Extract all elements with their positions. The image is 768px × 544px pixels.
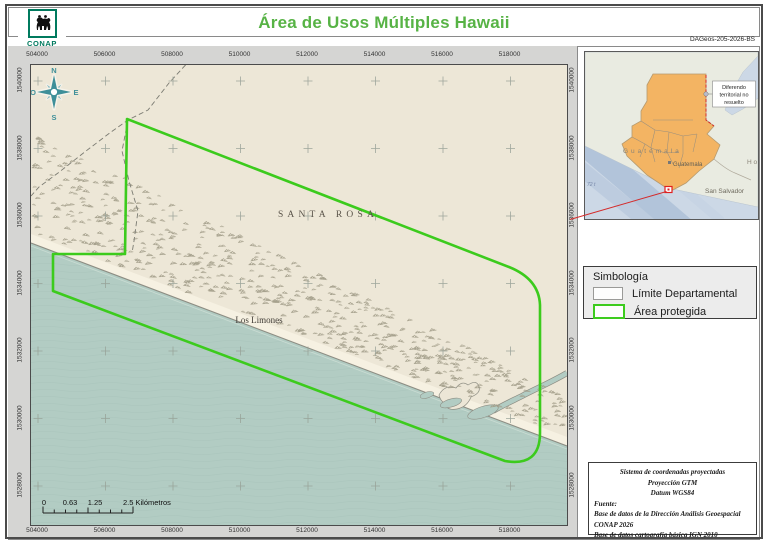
inset-map: Diferendo territorial no resuelto Guatem… (584, 51, 759, 220)
legend-item-departmental: Límite Departamental (593, 287, 756, 300)
axis-label: 1528000 (569, 472, 576, 497)
axis-label: 1532000 (17, 337, 24, 362)
scale-063: 0.63 (63, 498, 78, 507)
compass-s: S (51, 113, 56, 122)
scale-0: 0 (42, 498, 46, 507)
axis-label: 1540000 (569, 67, 576, 92)
axis-label: 508000 (161, 51, 183, 58)
axis-label: 514000 (364, 527, 386, 534)
conap-logo-text: CONAP (18, 39, 66, 48)
department-label: SANTA ROSA (278, 210, 378, 220)
credits-source-label: Fuente: (594, 499, 751, 510)
note-line-1: Diferendo (722, 85, 746, 91)
header: Área de Usos Múltiples Hawaii (8, 7, 760, 37)
main-map: SANTA ROSA Los Limones N E S O 0 (31, 65, 567, 525)
axis-label: 506000 (94, 51, 116, 58)
note-line-2: territorial no (719, 93, 748, 99)
axis-label: 518000 (499, 51, 521, 58)
compass-o: O (31, 88, 36, 97)
credits-line: Base de datos de la Dirección Análisis G… (594, 509, 751, 520)
axis-label: 1540000 (17, 67, 24, 92)
conap-logo: CONAP (18, 9, 66, 46)
legend: Simbología Límite Departamental Área pro… (583, 266, 757, 319)
map-sheet: Área de Usos Múltiples Hawaii DAGeos-205… (0, 0, 768, 544)
axis-label: 1536000 (569, 202, 576, 227)
credits-box: Sistema de coordenadas proyectadas Proye… (588, 462, 757, 535)
axis-label: 1528000 (17, 472, 24, 497)
axis-label: 518000 (499, 527, 521, 534)
credits-line: Sistema de coordenadas proyectadas (594, 467, 751, 478)
locator-box-dot (668, 189, 670, 191)
capital-label: Guatemala (673, 162, 703, 168)
axis-label: 514000 (364, 51, 386, 58)
credits-line: CONAP 2026 (594, 520, 751, 531)
honduras-label-fragment: H o (747, 159, 758, 166)
country-label: Guatemala (623, 148, 682, 155)
axis-label: 512000 (296, 527, 318, 534)
axis-label: 510000 (229, 527, 251, 534)
axis-label: 1532000 (569, 337, 576, 362)
axis-label: 506000 (94, 527, 116, 534)
jaguar-icon (33, 14, 52, 33)
axis-label: 1530000 (17, 405, 24, 430)
capital-marker (668, 161, 671, 164)
scale-125: 1.25 (88, 498, 103, 507)
conap-logo-emblem (28, 9, 57, 38)
legend-label: Área protegida (634, 306, 706, 318)
axis-label: 1536000 (17, 202, 24, 227)
axis-label: 510000 (229, 51, 251, 58)
scale-end: 2.5 Kilómetros (123, 498, 171, 507)
axis-label: 516000 (431, 527, 453, 534)
depth-label: 72 t (587, 182, 596, 188)
credits-line: Base de datos cartografía básica IGN 201… (594, 530, 751, 541)
axis-label: 504000 (26, 527, 48, 534)
legend-label: Límite Departamental (632, 288, 737, 300)
axis-label: 1534000 (569, 270, 576, 295)
page-title: Área de Usos Múltiples Hawaii (9, 8, 759, 38)
san-salvador-label: San Salvador (705, 188, 745, 195)
document-code: DAGeos-205-2026-BS (8, 36, 758, 46)
axis-label: 1538000 (569, 135, 576, 160)
legend-title: Simbología (593, 271, 756, 283)
compass-e: E (73, 88, 78, 97)
note-line-3: resuelto (724, 100, 744, 106)
axis-label: 1530000 (569, 405, 576, 430)
axis-label: 1534000 (17, 270, 24, 295)
protected-swatch (593, 304, 625, 319)
axis-label: 504000 (26, 51, 48, 58)
axis-label: 508000 (161, 527, 183, 534)
note-anchor-marker (704, 92, 708, 96)
map-frame: SANTA ROSA Los Limones N E S O 0 (30, 64, 568, 526)
legend-item-protected: Área protegida (593, 304, 756, 319)
town-label: Los Limones (235, 315, 283, 325)
axis-label: 512000 (296, 51, 318, 58)
compass-n: N (51, 66, 56, 75)
axis-label: 1538000 (17, 135, 24, 160)
credits-line: Datum WGS84 (594, 488, 751, 499)
credits-line: Proyección GTM (594, 478, 751, 489)
map-panel: 504000 504000 506000 506000 508000 508000 5100… (8, 46, 578, 538)
departmental-swatch (593, 287, 623, 300)
axis-label: 516000 (431, 51, 453, 58)
